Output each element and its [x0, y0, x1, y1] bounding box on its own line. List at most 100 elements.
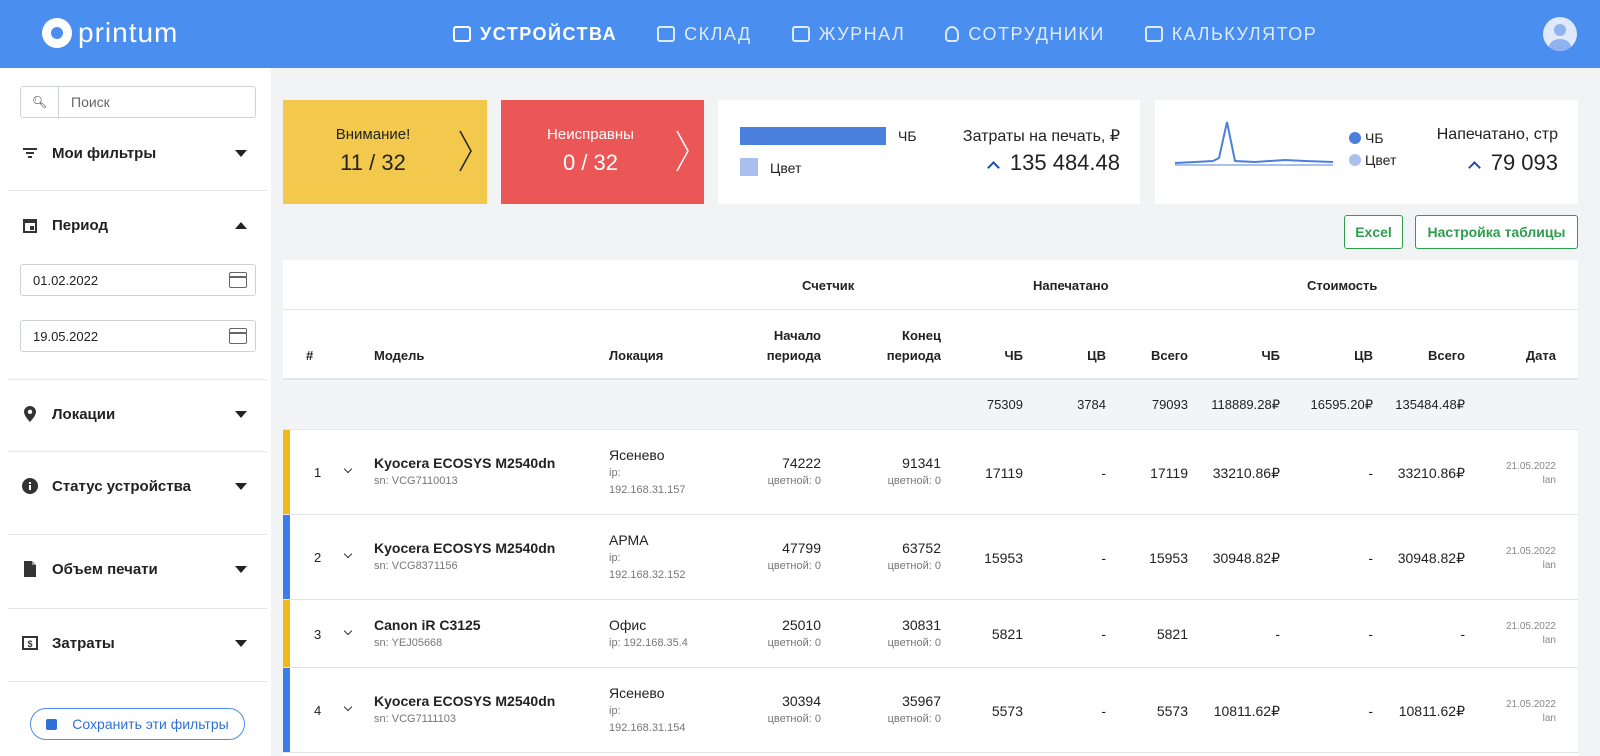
row-start-color: цветной: 0: [767, 637, 821, 649]
excel-button[interactable]: Excel: [1344, 215, 1403, 249]
broken-card-value: 0 / 32: [562, 150, 619, 175]
row-start: 25010: [782, 617, 821, 633]
row-total: 5821: [1156, 626, 1188, 642]
status-stripe: [283, 430, 290, 514]
total-all: 79093: [1151, 397, 1188, 412]
chevron-right-icon: [676, 130, 689, 172]
row-start: 47799: [782, 540, 821, 556]
row-cost-bw: 33210.86₽: [1212, 465, 1280, 481]
warning-card[interactable]: Внимание! 11 / 32: [283, 100, 487, 204]
book-icon: [791, 26, 810, 42]
calendar-icon[interactable]: [229, 272, 247, 288]
nav-warehouse[interactable]: СКЛАД: [657, 0, 752, 68]
search-input[interactable]: [59, 87, 255, 117]
row-source: lan: [1542, 560, 1556, 571]
nav-employees[interactable]: СОТРУДНИКИ: [945, 0, 1104, 68]
calculator-icon: [1144, 26, 1163, 42]
col-total[interactable]: Всего: [1151, 346, 1188, 366]
table-settings-button[interactable]: Настройка таблицы: [1415, 215, 1578, 249]
col-start-period[interactable]: Начало периода: [767, 326, 821, 366]
row-sn: sn: YEJ05668: [374, 637, 443, 649]
col-date[interactable]: Дата: [1526, 346, 1556, 366]
filter-device-status[interactable]: Статус устройства: [8, 463, 267, 509]
group-printed: Напечатано: [1033, 278, 1109, 293]
filter-my-filters[interactable]: Мои фильтры: [8, 130, 267, 176]
search-icon[interactable]: 🔍︎: [21, 87, 59, 117]
filter-locations[interactable]: Локации: [8, 391, 267, 437]
print-cost-value: 135 484.48: [987, 150, 1120, 176]
col-cost-bw[interactable]: ЧБ: [1262, 346, 1280, 366]
legend-bw: ЧБ: [1349, 130, 1384, 146]
printed-pages-value: 79 093: [1467, 150, 1558, 176]
col-model[interactable]: Модель: [374, 346, 424, 366]
chevron-down-icon[interactable]: [343, 464, 353, 474]
logo[interactable]: printum: [42, 16, 178, 50]
row-end-color: цветной: 0: [887, 637, 941, 649]
table-row[interactable]: 2 Kyocera ECOSYS M2540dn sn: VCG8371156 …: [283, 515, 1578, 600]
divider: [8, 534, 267, 535]
status-stripe: [283, 515, 290, 599]
date-from-field[interactable]: 01.02.2022: [20, 264, 256, 296]
chevron-down-icon[interactable]: [343, 549, 353, 559]
filter-print-volume[interactable]: Объем печати: [8, 546, 267, 592]
user-icon: [945, 26, 960, 42]
row-date: 21.05.2022 lan: [1506, 620, 1556, 648]
row-ip-label: ip:: [609, 552, 621, 564]
printed-pages-number: 79 093: [1490, 150, 1558, 175]
filter-period[interactable]: Период: [8, 202, 267, 248]
filter-period-label: Период: [52, 216, 108, 234]
nav-calculator-label: КАЛЬКУЛЯТОР: [1171, 23, 1318, 44]
nav-calculator[interactable]: КАЛЬКУЛЯТОР: [1144, 0, 1318, 68]
total-cost-bw: 118889.28₽: [1211, 397, 1280, 412]
warning-card-title: Внимание!: [335, 126, 411, 143]
chevron-up-icon: [235, 222, 247, 229]
row-cost-bw: 30948.82₽: [1212, 550, 1280, 566]
col-cost-total[interactable]: Всего: [1428, 346, 1465, 366]
row-location: Ясенево: [609, 447, 665, 463]
nav-devices[interactable]: УСТРОЙСТВА: [453, 0, 617, 68]
location-pin-icon: [22, 406, 38, 422]
row-ip: 192.168.31.157: [609, 484, 686, 496]
table-row[interactable]: 3 Canon iR C3125 sn: YEJ05668 Офис ip: 1…: [283, 600, 1578, 668]
col-cost-color[interactable]: ЦВ: [1354, 346, 1373, 366]
row-start-color: цветной: 0: [767, 475, 821, 487]
col-num[interactable]: #: [306, 346, 313, 366]
row-source: lan: [1542, 475, 1556, 486]
row-model: Canon iR C3125: [374, 617, 481, 633]
nav-journal[interactable]: ЖУРНАЛ: [791, 0, 906, 68]
money-icon: $: [22, 635, 38, 651]
calendar-icon[interactable]: [229, 328, 247, 344]
row-bw: 15953: [984, 550, 1023, 566]
row-color: -: [1101, 550, 1106, 566]
col-location[interactable]: Локация: [609, 346, 663, 366]
chevron-down-icon[interactable]: [343, 702, 353, 712]
devices-table: Счетчик Напечатано Стоимость # Модель Ло…: [283, 260, 1578, 756]
filter-print-volume-label: Объем печати: [52, 560, 158, 578]
total-color: 3784: [1077, 397, 1106, 412]
table-column-header: # Модель Локация Начало периода Конец пери…: [283, 310, 1578, 380]
filter-costs-label: Затраты: [52, 634, 115, 652]
row-cost-color: -: [1368, 465, 1373, 481]
filter-costs[interactable]: $ Затраты: [8, 620, 267, 666]
divider: [8, 379, 267, 380]
table-row[interactable]: 4 Kyocera ECOSYS M2540dn sn: VCG7111103 …: [283, 668, 1578, 753]
chevron-down-icon[interactable]: [343, 626, 353, 636]
table-row[interactable]: 1 Kyocera ECOSYS M2540dn sn: VCG7110013 …: [283, 430, 1578, 515]
row-model: Kyocera ECOSYS M2540dn: [374, 693, 556, 709]
avatar[interactable]: [1543, 17, 1577, 51]
date-to-field[interactable]: 19.05.2022: [20, 320, 256, 352]
broken-card[interactable]: Неисправны 0 / 32: [501, 100, 704, 204]
row-end: 63752: [902, 540, 941, 556]
col-end-period[interactable]: Конец периода: [887, 326, 941, 366]
row-start-color: цветной: 0: [767, 560, 821, 572]
save-filters-label: Сохранить эти фильтры: [72, 716, 229, 732]
row-sn: sn: VCG7111103: [374, 713, 456, 725]
row-end-color: цветной: 0: [887, 713, 941, 725]
col-bw[interactable]: ЧБ: [1005, 346, 1023, 366]
dot-icon: [1349, 154, 1361, 166]
col-color[interactable]: ЦВ: [1087, 346, 1106, 366]
print-cost-title: Затраты на печать, ₽: [962, 128, 1120, 145]
save-filters-button[interactable]: Сохранить эти фильтры: [30, 708, 245, 740]
chevron-down-icon: [235, 150, 247, 157]
col-end-line2: периода: [886, 348, 941, 363]
